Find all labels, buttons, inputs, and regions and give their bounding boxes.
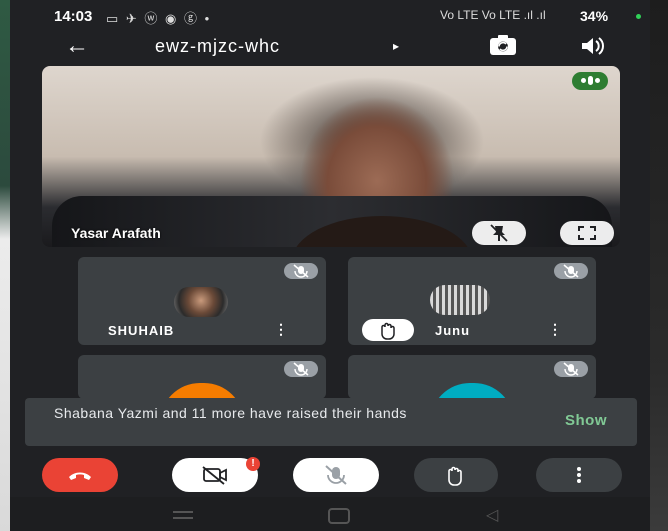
- mic-off-icon: [284, 361, 318, 377]
- avatar: [430, 383, 514, 399]
- fullscreen-icon[interactable]: [560, 221, 614, 245]
- participant-name: SHUHAIB: [108, 323, 175, 338]
- status-dot: [636, 14, 641, 19]
- home-icon[interactable]: [328, 508, 350, 524]
- end-call-icon[interactable]: [42, 458, 118, 492]
- participant-tile[interactable]: SHUHAIB ⋮: [78, 257, 326, 345]
- meeting-code[interactable]: ewz-mjzc-whc: [155, 36, 280, 57]
- phone-screen: 14:03 ▭ ✈ ⓦ ◉ ⓖ • Vo LTE Vo LTE .ıl .ıl …: [10, 0, 650, 531]
- call-controls: !: [10, 452, 650, 496]
- arrow-back-icon[interactable]: ←: [65, 32, 89, 60]
- mic-off-icon: [554, 361, 588, 377]
- avatar: [430, 285, 490, 315]
- mic-off-icon: [554, 263, 588, 279]
- status-network: Vo LTE Vo LTE .ıl .ıl: [440, 8, 546, 22]
- meeting-info-caret[interactable]: ▸: [393, 39, 399, 53]
- pin-icon[interactable]: [472, 221, 526, 245]
- participant-tile[interactable]: [78, 355, 326, 399]
- main-video-tile[interactable]: Yasar Arafath: [42, 66, 620, 247]
- mic-off-icon: [284, 263, 318, 279]
- more-vert-icon[interactable]: ⋮: [548, 321, 562, 338]
- more-vert-icon[interactable]: ⋮: [274, 321, 288, 338]
- toast-show-button[interactable]: Show: [565, 412, 607, 429]
- avatar: [174, 287, 228, 317]
- main-participant-name: Yasar Arafath: [71, 225, 161, 241]
- system-nav-bar: ◁: [10, 497, 650, 531]
- status-bar: 14:03 ▭ ✈ ⓦ ◉ ⓖ • Vo LTE Vo LTE .ıl .ıl …: [10, 0, 650, 30]
- participant-name: Junu: [435, 323, 471, 338]
- nav-back-icon[interactable]: ◁: [486, 505, 498, 525]
- toast-message: Shabana Yazmi and 11 more have raised th…: [54, 405, 407, 421]
- more-vert-icon[interactable]: [536, 458, 622, 492]
- camera-badge: !: [246, 457, 260, 471]
- status-time: 14:03: [54, 8, 93, 25]
- status-notification-icons: ▭ ✈ ⓦ ◉ ⓖ •: [106, 11, 212, 26]
- participant-tile[interactable]: [348, 355, 596, 399]
- avatar: [160, 383, 244, 399]
- mic-off-icon[interactable]: [293, 458, 379, 492]
- camera-switch-icon[interactable]: [488, 34, 518, 58]
- speaking-indicator-icon: [572, 72, 608, 90]
- participant-tile[interactable]: Junu ⋮: [348, 257, 596, 345]
- meeting-header: ← ewz-mjzc-whc ▸: [10, 30, 650, 64]
- recents-icon[interactable]: [173, 511, 193, 519]
- volume-icon[interactable]: [576, 34, 606, 58]
- raise-hand-icon: [362, 319, 414, 341]
- raised-hands-toast: Shabana Yazmi and 11 more have raised th…: [25, 398, 637, 446]
- raise-hand-icon[interactable]: [414, 458, 498, 492]
- status-battery: 34%: [580, 8, 609, 24]
